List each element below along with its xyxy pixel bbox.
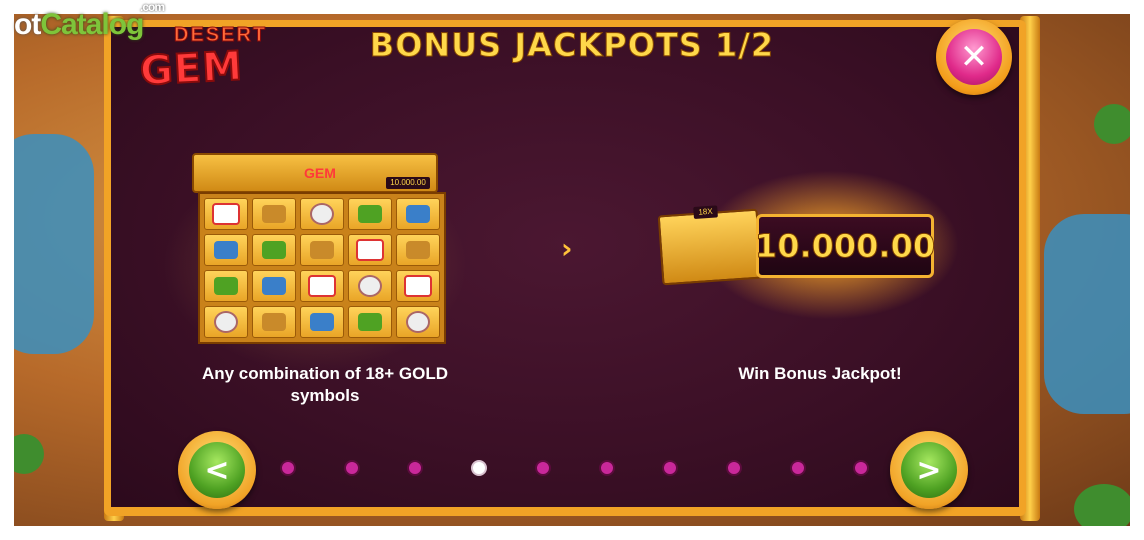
scroll-icon: [262, 205, 286, 223]
page-dot-5[interactable]: [535, 460, 551, 476]
map-icon: [308, 275, 336, 297]
scroll-icon: [262, 313, 286, 331]
map-icon: [356, 239, 384, 261]
symbol-cell: [204, 234, 248, 266]
scroll-icon: [406, 241, 430, 259]
map-icon: [212, 203, 240, 225]
reel-grid-illustration: [198, 192, 446, 344]
arrow-icon: ›: [561, 232, 573, 265]
page-dot-10[interactable]: [853, 460, 869, 476]
watermark-suffix: .com: [140, 0, 165, 14]
book-icon: [262, 277, 286, 295]
jackpot-value: 10.000.00: [754, 214, 936, 278]
prev-page-button[interactable]: <: [178, 431, 256, 509]
symbol-cell: [348, 306, 392, 338]
page-dot-7[interactable]: [662, 460, 678, 476]
symbol-cell: [300, 270, 344, 302]
symbol-cell: [204, 198, 248, 230]
bush: [1094, 104, 1130, 144]
page-dot-1[interactable]: [280, 460, 296, 476]
book-icon: [214, 241, 238, 259]
page-dot-9[interactable]: [790, 460, 806, 476]
book-icon: [406, 205, 430, 223]
trowel-icon: [262, 241, 286, 259]
close-button[interactable]: ✕: [936, 19, 1012, 95]
symbol-cell: [396, 234, 440, 266]
chevron-right-icon: >: [901, 442, 957, 498]
watch-icon: [214, 311, 238, 333]
page-dot-3[interactable]: [407, 460, 423, 476]
page-indicator: [280, 460, 870, 476]
symbol-cell: [348, 270, 392, 302]
symbol-cell: [204, 306, 248, 338]
river-right: [1044, 214, 1130, 414]
map-icon: [404, 275, 432, 297]
symbol-cell: [396, 198, 440, 230]
left-description-line1: Any combination of 18+ GOLD: [201, 364, 449, 383]
close-icon: ✕: [946, 29, 1002, 85]
reel-header-illustration: GEM 10.000.00: [192, 153, 438, 193]
symbol-cell: [300, 234, 344, 266]
symbol-cell: [348, 234, 392, 266]
mini-tag: 18X: [693, 205, 718, 220]
scroll-icon: [310, 241, 334, 259]
reel-logo-word: GEM: [304, 165, 336, 181]
symbol-cell: [252, 234, 296, 266]
page-dot-6[interactable]: [599, 460, 615, 476]
next-page-button[interactable]: >: [890, 431, 968, 509]
watch-icon: [358, 275, 382, 297]
left-description: Any combination of 18+ GOLD symbols: [170, 363, 480, 407]
symbol-cell: [300, 198, 344, 230]
trowel-icon: [358, 313, 382, 331]
gold-grid-mini-illustration: 18X: [657, 205, 763, 286]
trowel-icon: [214, 277, 238, 295]
bush: [14, 434, 44, 474]
trowel-icon: [358, 205, 382, 223]
symbol-cell: [252, 198, 296, 230]
watch-icon: [406, 311, 430, 333]
river-left: [14, 134, 94, 354]
chevron-left-icon: <: [189, 442, 245, 498]
symbol-cell: [396, 306, 440, 338]
page-dot-4[interactable]: [471, 460, 487, 476]
page-dot-8[interactable]: [726, 460, 742, 476]
bush: [1074, 484, 1130, 526]
watch-icon: [310, 203, 334, 225]
right-description: Win Bonus Jackpot!: [738, 364, 902, 383]
symbol-cell: [204, 270, 248, 302]
symbol-cell: [252, 306, 296, 338]
reel-amount: 10.000.00: [386, 177, 430, 189]
left-description-line2: symbols: [290, 386, 360, 405]
book-icon: [310, 313, 334, 331]
symbol-cell: [348, 198, 392, 230]
page-dot-2[interactable]: [344, 460, 360, 476]
symbol-cell: [396, 270, 440, 302]
symbol-cell: [300, 306, 344, 338]
symbol-cell: [252, 270, 296, 302]
